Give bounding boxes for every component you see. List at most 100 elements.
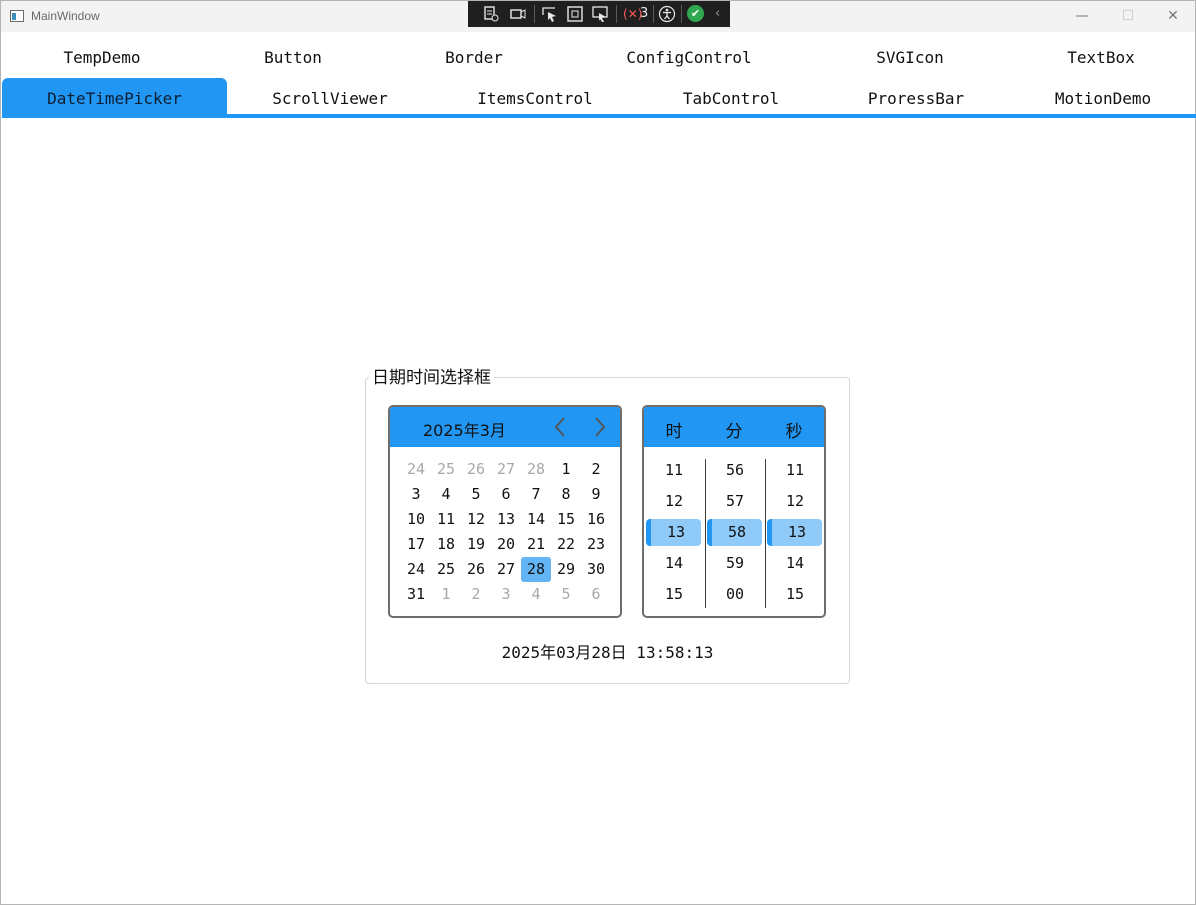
tab-svgicon[interactable]: SVGIcon xyxy=(850,48,970,67)
time-value[interactable]: 57 xyxy=(705,488,765,515)
calendar-day[interactable]: 13 xyxy=(491,507,521,532)
tab-proressbar[interactable]: ProressBar xyxy=(856,89,976,108)
calendar-day-selected[interactable]: 28 xyxy=(521,557,551,582)
calendar-day[interactable]: 10 xyxy=(401,507,431,532)
calendar-day[interactable]: 28 xyxy=(521,457,551,482)
second-column[interactable]: 11 12 13 14 15 xyxy=(765,457,824,609)
calendar-day[interactable]: 16 xyxy=(581,507,611,532)
calendar-day[interactable]: 5 xyxy=(461,482,491,507)
track-focus-icon[interactable] xyxy=(591,5,609,23)
calendar-day[interactable]: 1 xyxy=(431,582,461,607)
live-visual-tree-icon[interactable] xyxy=(483,5,499,23)
record-icon[interactable] xyxy=(509,5,527,23)
time-picker: 时 分 秒 11 12 13 14 15 56 57 58 59 00 11 12 13 14 15 xyxy=(642,405,826,618)
minute-column[interactable]: 56 57 58 59 00 xyxy=(705,457,765,609)
tab-border[interactable]: Border xyxy=(414,48,534,67)
hour-header: 时 xyxy=(665,422,683,442)
close-button[interactable]: ✕ xyxy=(1150,1,1196,32)
tab-button[interactable]: Button xyxy=(233,48,353,67)
calendar-day[interactable]: 15 xyxy=(551,507,581,532)
calendar-day[interactable]: 3 xyxy=(401,482,431,507)
calendar-day[interactable]: 24 xyxy=(401,457,431,482)
calendar-day[interactable]: 2 xyxy=(461,582,491,607)
time-value[interactable]: 15 xyxy=(644,581,704,608)
tab-tempdemo[interactable]: TempDemo xyxy=(42,48,162,67)
time-value-selected[interactable]: 13 xyxy=(767,519,822,546)
time-value[interactable]: 11 xyxy=(644,457,704,484)
time-value-selected[interactable]: 13 xyxy=(646,519,701,546)
time-value[interactable]: 14 xyxy=(765,550,824,577)
select-element-icon[interactable] xyxy=(541,5,559,23)
time-value[interactable]: 12 xyxy=(644,488,704,515)
calendar-day[interactable]: 12 xyxy=(461,507,491,532)
calendar-day[interactable]: 26 xyxy=(461,557,491,582)
tab-scrollviewer[interactable]: ScrollViewer xyxy=(250,89,410,108)
accessibility-icon[interactable] xyxy=(658,5,676,23)
hot-reload-ok-icon[interactable]: ✔ xyxy=(687,5,704,22)
time-value[interactable]: 59 xyxy=(705,550,765,577)
calendar-day[interactable]: 1 xyxy=(551,457,581,482)
calendar-day[interactable]: 24 xyxy=(401,557,431,582)
calendar-day[interactable]: 6 xyxy=(581,582,611,607)
time-picker-header: 时 分 秒 xyxy=(644,407,824,447)
time-value[interactable]: 56 xyxy=(705,457,765,484)
calendar-day[interactable]: 22 xyxy=(551,532,581,557)
minimize-button[interactable]: — xyxy=(1059,1,1105,32)
calendar-day[interactable]: 19 xyxy=(461,532,491,557)
collapse-icon[interactable]: ‹ xyxy=(715,5,720,23)
calendar-day[interactable]: 2 xyxy=(581,457,611,482)
calendar-day[interactable]: 21 xyxy=(521,532,551,557)
main-window: MainWindow — ☐ ✕ (✕) 3 ✔ ‹ TempDemo Butt… xyxy=(0,0,1196,905)
calendar-day[interactable]: 31 xyxy=(401,582,431,607)
calendar-day[interactable]: 27 xyxy=(491,457,521,482)
calendar-day[interactable]: 4 xyxy=(431,482,461,507)
minute-header: 分 xyxy=(725,422,743,442)
calendar-header: 2025年3月 xyxy=(390,407,620,447)
calendar-day[interactable]: 27 xyxy=(491,557,521,582)
chevron-right-icon[interactable] xyxy=(588,413,610,441)
tab-tabcontrol[interactable]: TabControl xyxy=(661,89,801,108)
binding-failures-count: 3 xyxy=(640,6,649,21)
time-value[interactable]: 14 xyxy=(644,550,704,577)
calendar-day[interactable]: 29 xyxy=(551,557,581,582)
second-header: 秒 xyxy=(785,422,803,442)
time-value-selected[interactable]: 58 xyxy=(707,519,762,546)
calendar-day[interactable]: 3 xyxy=(491,582,521,607)
tab-textbox[interactable]: TextBox xyxy=(1041,48,1161,67)
display-layout-adorners-icon[interactable] xyxy=(566,5,584,23)
calendar-day[interactable]: 9 xyxy=(581,482,611,507)
tab-motiondemo[interactable]: MotionDemo xyxy=(1033,89,1173,108)
hour-column[interactable]: 11 12 13 14 15 xyxy=(644,457,704,609)
calendar-day[interactable]: 25 xyxy=(431,457,461,482)
debug-toolbar: (✕) 3 ✔ ‹ xyxy=(468,1,730,27)
calendar-day[interactable]: 20 xyxy=(491,532,521,557)
selected-datetime-text: 2025年03月28日 13:58:13 xyxy=(501,643,714,662)
time-value[interactable]: 12 xyxy=(765,488,824,515)
calendar: 2025年3月 24 25 26 27 28 1 2 3 4 5 6 7 8 9 10 11 12 13 14 15 1… xyxy=(388,405,622,618)
calendar-day[interactable]: 6 xyxy=(491,482,521,507)
tab-itemscontrol[interactable]: ItemsControl xyxy=(455,89,615,108)
tab-configcontrol[interactable]: ConfigControl xyxy=(609,48,769,67)
time-value[interactable]: 15 xyxy=(765,581,824,608)
calendar-day[interactable]: 30 xyxy=(581,557,611,582)
calendar-day[interactable]: 14 xyxy=(521,507,551,532)
calendar-day[interactable]: 8 xyxy=(551,482,581,507)
calendar-day[interactable]: 26 xyxy=(461,457,491,482)
calendar-day[interactable]: 5 xyxy=(551,582,581,607)
calendar-day[interactable]: 18 xyxy=(431,532,461,557)
window-title: MainWindow xyxy=(31,9,100,23)
calendar-day[interactable]: 11 xyxy=(431,507,461,532)
tab-datetimepicker[interactable]: DateTimePicker xyxy=(2,78,227,114)
calendar-day[interactable]: 25 xyxy=(431,557,461,582)
calendar-month-title[interactable]: 2025年3月 xyxy=(423,417,506,441)
maximize-button[interactable]: ☐ xyxy=(1105,1,1151,32)
calendar-day[interactable]: 17 xyxy=(401,532,431,557)
tab-strip-underline xyxy=(2,114,1196,118)
calendar-day[interactable]: 7 xyxy=(521,482,551,507)
group-title: 日期时间选择框 xyxy=(369,363,494,388)
time-value[interactable]: 00 xyxy=(705,581,765,608)
calendar-day[interactable]: 23 xyxy=(581,532,611,557)
chevron-left-icon[interactable] xyxy=(550,413,572,441)
calendar-day[interactable]: 4 xyxy=(521,582,551,607)
time-value[interactable]: 11 xyxy=(765,457,824,484)
